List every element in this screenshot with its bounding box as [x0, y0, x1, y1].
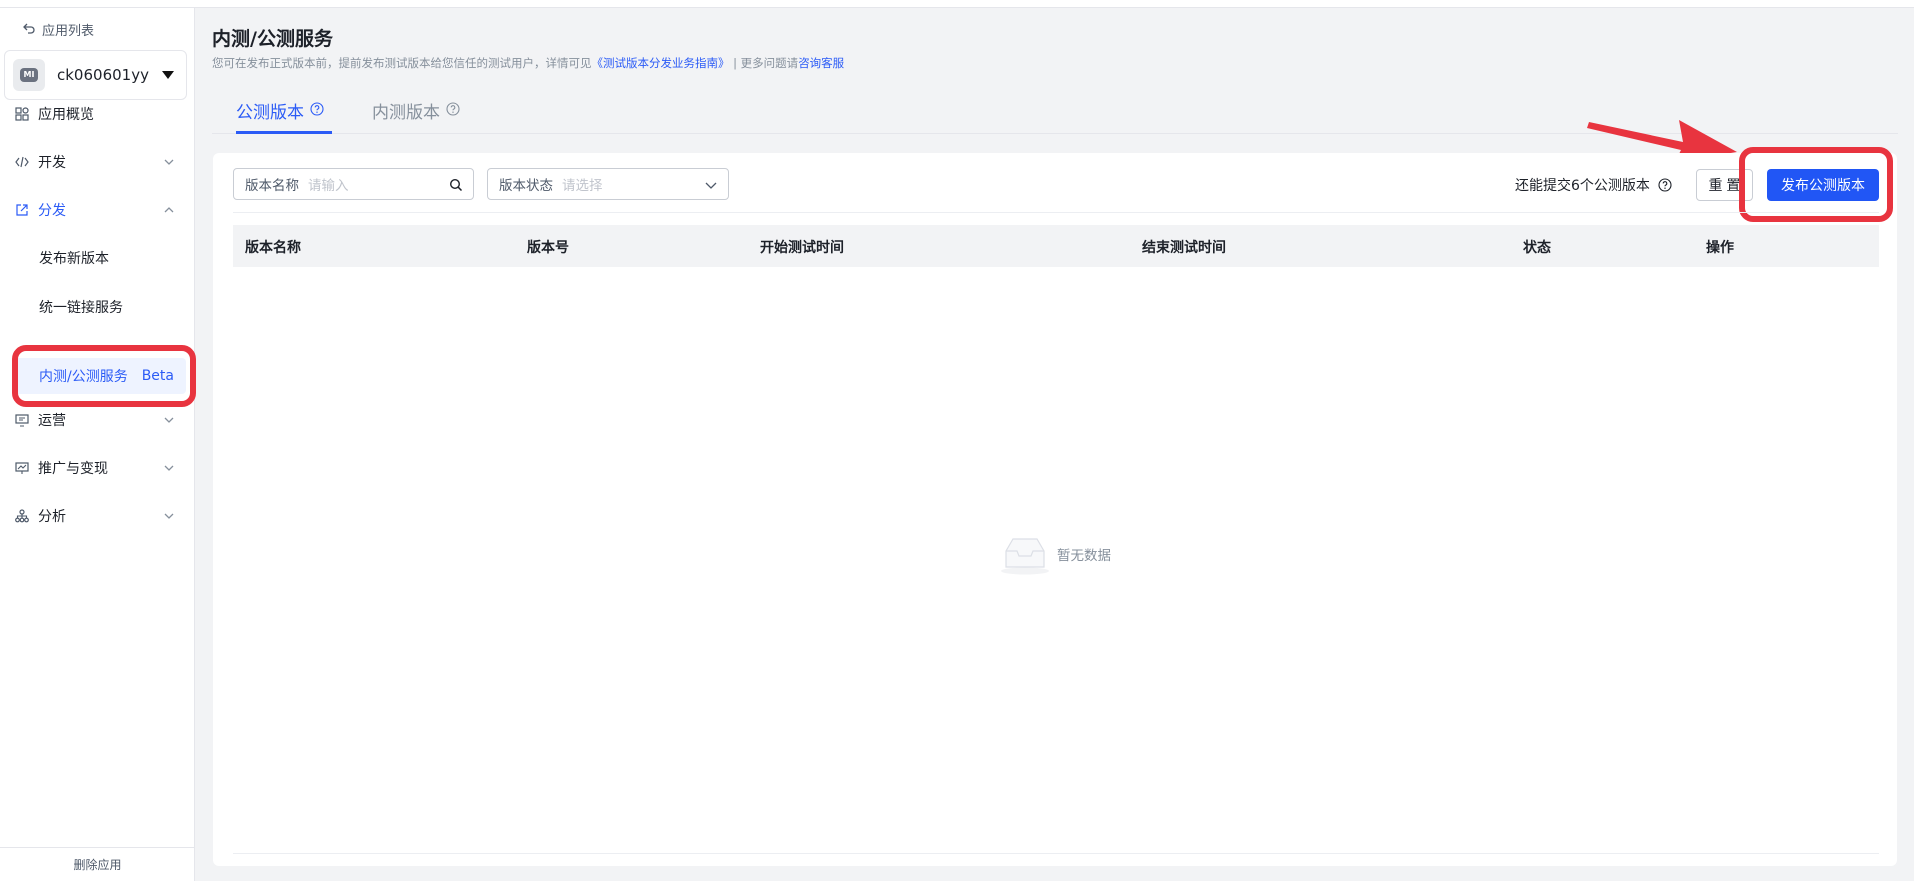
- sidebar-item-label: 运营: [38, 413, 66, 429]
- tab-public-beta[interactable]: 公测版本: [236, 92, 324, 134]
- chevron-up-icon: [164, 207, 174, 213]
- sidebar-subitem-unified-link[interactable]: 统一链接服务: [0, 287, 195, 327]
- sidebar-item-promotion[interactable]: 推广与变现: [0, 448, 195, 488]
- sidebar-item-distribute[interactable]: 分发: [0, 190, 195, 230]
- remaining-quota: 还能提交6个公测版本: [1515, 175, 1672, 195]
- divider: [233, 853, 1879, 854]
- sidebar-item-develop[interactable]: 开发: [0, 142, 195, 182]
- presentation-chart-icon: [15, 461, 29, 475]
- sidebar-item-label: 分析: [38, 509, 66, 525]
- page-title: 内测/公测服务: [212, 28, 333, 50]
- empty-state: 暂无数据: [999, 533, 1111, 575]
- back-link-label: 应用列表: [42, 24, 95, 39]
- page-description: 您可在发布正式版本前，提前发布测试版本给您信任的测试用户，详情可见《测试版本分发…: [212, 56, 845, 70]
- monitor-icon: [15, 413, 29, 427]
- sidebar-item-label: 推广与变现: [38, 461, 108, 477]
- sidebar-item-label: 应用概览: [38, 107, 94, 123]
- app-name: ck060601yy: [57, 66, 149, 84]
- sidebar-item-analytics[interactable]: 分析: [0, 496, 195, 536]
- customer-service-link[interactable]: 咨询客服: [798, 56, 844, 70]
- chevron-down-icon: [164, 159, 174, 165]
- active-tab-indicator: [236, 131, 332, 134]
- reset-button[interactable]: 重 置: [1696, 169, 1753, 201]
- table-header: 版本名称 版本号 开始测试时间 结束测试时间 状态 操作: [233, 225, 1879, 267]
- hierarchy-icon: [15, 509, 29, 523]
- sidebar-subitem-label: 发布新版本: [39, 251, 109, 267]
- tab-bar: 公测版本 内测版本: [212, 92, 1898, 134]
- external-link-icon: [15, 203, 29, 217]
- app-selector[interactable]: MI ck060601yy: [4, 50, 187, 100]
- column-header: 状态: [1523, 240, 1551, 256]
- grid-icon: [15, 107, 29, 121]
- sidebar-item-label: 开发: [38, 155, 66, 171]
- delete-app-button[interactable]: 删除应用: [0, 847, 195, 881]
- column-header: 结束测试时间: [1142, 240, 1226, 256]
- column-header: 版本号: [527, 240, 569, 256]
- back-to-app-list-link[interactable]: 应用列表: [22, 20, 94, 39]
- version-name-search-input[interactable]: 版本名称 请输入: [233, 168, 474, 200]
- quota-text: 还能提交6个公测版本: [1515, 178, 1650, 194]
- sidebar-item-operations[interactable]: 运营: [0, 400, 195, 440]
- sidebar-item-overview[interactable]: 应用概览: [0, 94, 195, 134]
- sidebar-subitem-label: 内测/公测服务: [39, 369, 128, 385]
- help-icon[interactable]: [446, 102, 460, 116]
- publish-public-beta-button[interactable]: 发布公测版本: [1767, 169, 1879, 201]
- column-header: 开始测试时间: [760, 240, 844, 256]
- chevron-down-icon: [164, 513, 174, 519]
- empty-text: 暂无数据: [1057, 548, 1111, 564]
- sidebar: 应用列表 MI ck060601yy 应用概览 开发 分发 发布新版本 统一链接…: [0, 8, 196, 881]
- empty-box-icon: [1001, 538, 1049, 575]
- help-icon[interactable]: [310, 102, 324, 116]
- app-logo: MI: [13, 59, 45, 91]
- chevron-down-icon: [164, 417, 174, 423]
- code-icon: [15, 155, 29, 169]
- tab-label: 公测版本: [236, 103, 304, 123]
- column-header: 操作: [1706, 240, 1734, 256]
- divider: [233, 212, 1879, 213]
- field-placeholder: 请输入: [308, 178, 349, 194]
- chevron-down-icon: [164, 465, 174, 471]
- field-label: 版本名称: [245, 178, 299, 194]
- field-placeholder: 请选择: [562, 178, 603, 194]
- field-label: 版本状态: [499, 178, 553, 194]
- sidebar-subitem-beta-service[interactable]: 内测/公测服务 Beta: [14, 358, 186, 394]
- back-arrow-icon: [22, 21, 36, 39]
- tab-internal-beta[interactable]: 内测版本: [372, 92, 460, 134]
- content-card: 版本名称 请输入 版本状态 请选择 还能提交6个公测版本 重 置 发布公测版本 …: [213, 147, 1897, 866]
- search-icon[interactable]: [449, 178, 463, 192]
- version-status-select[interactable]: 版本状态 请选择: [487, 168, 729, 200]
- sidebar-subitem-publish-new-version[interactable]: 发布新版本: [0, 238, 195, 278]
- beta-badge: Beta: [141, 368, 174, 384]
- top-strip: [0, 0, 1914, 8]
- chevron-down-icon: [705, 182, 717, 189]
- guide-link[interactable]: 《测试版本分发业务指南》: [592, 56, 730, 70]
- column-header: 版本名称: [245, 240, 301, 256]
- sidebar-item-label: 分发: [38, 203, 66, 219]
- help-icon[interactable]: [1658, 178, 1672, 192]
- sidebar-subitem-label: 统一链接服务: [39, 300, 123, 316]
- delete-app-label: 删除应用: [73, 858, 122, 872]
- tab-label: 内测版本: [372, 103, 440, 123]
- caret-down-icon: [162, 71, 174, 79]
